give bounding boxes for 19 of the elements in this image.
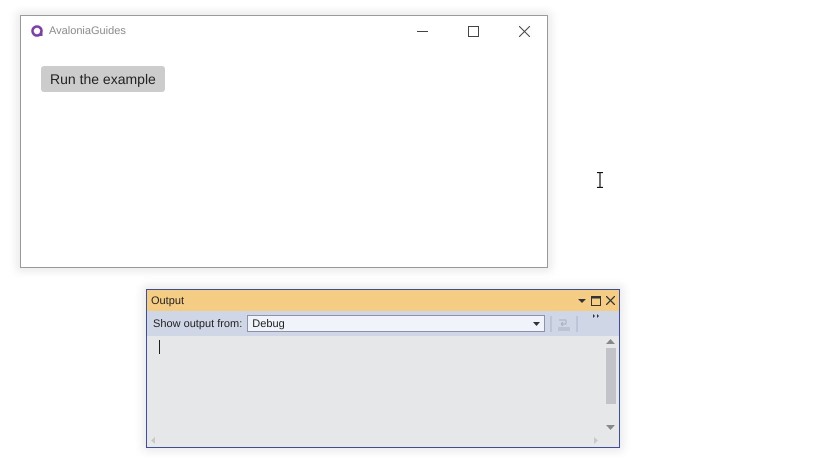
overflow-icon[interactable] xyxy=(593,314,600,318)
close-icon[interactable] xyxy=(606,296,615,305)
close-icon xyxy=(519,26,530,36)
scroll-up-icon[interactable] xyxy=(606,339,615,344)
word-wrap-icon[interactable] xyxy=(550,314,578,332)
caret-icon xyxy=(533,322,540,326)
scroll-down-icon[interactable] xyxy=(606,425,615,430)
scrollbar-thumb[interactable] xyxy=(606,348,616,404)
maximize-icon xyxy=(468,26,479,36)
window-title: AvaloniaGuides xyxy=(49,25,127,37)
panel-title: Output xyxy=(151,294,186,306)
text-caret xyxy=(159,340,160,354)
output-source-dropdown[interactable]: Debug xyxy=(247,315,546,332)
logo-icon xyxy=(31,25,43,37)
show-output-label: Show output from: xyxy=(153,318,242,330)
dropdown-icon[interactable] xyxy=(578,296,586,304)
text-cursor-icon xyxy=(596,172,604,188)
maximize-icon[interactable] xyxy=(591,296,601,306)
run-example-button[interactable]: Run the example xyxy=(41,66,165,92)
